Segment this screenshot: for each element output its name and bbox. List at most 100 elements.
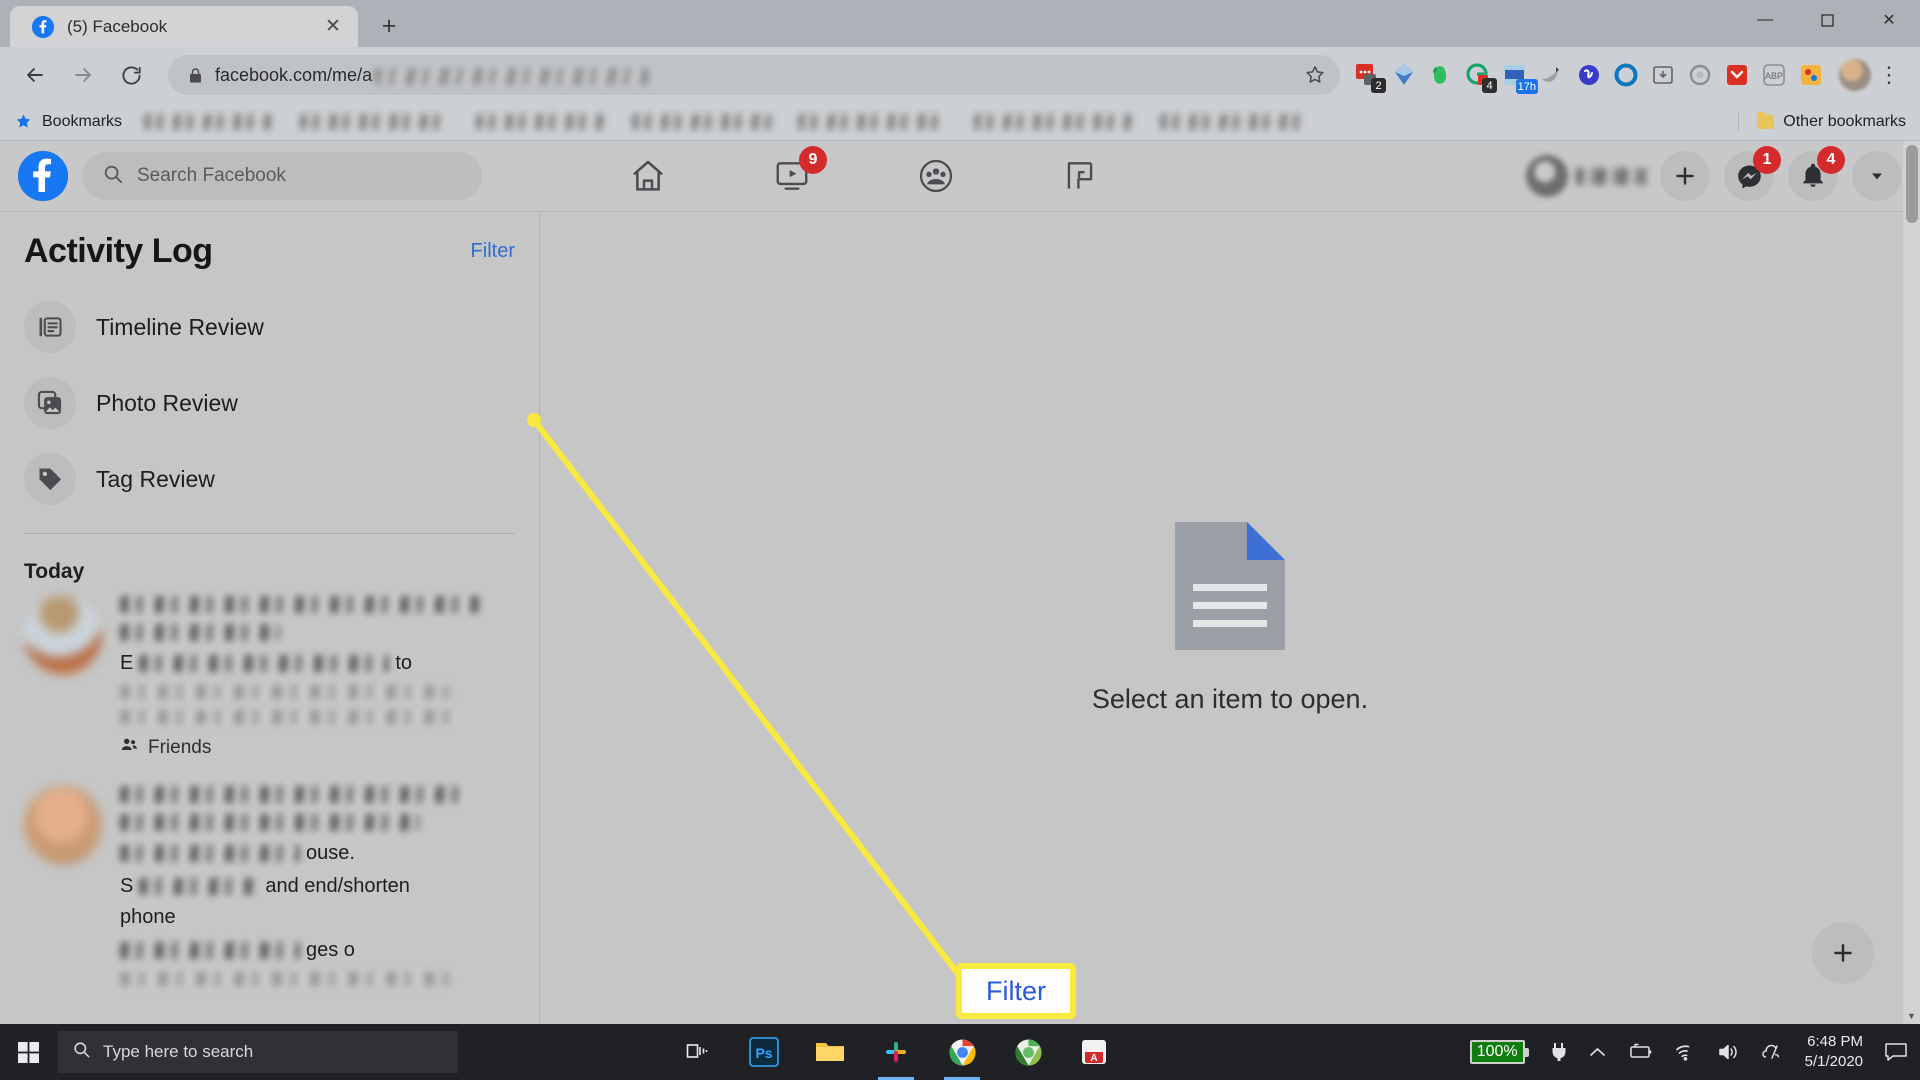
chrome-icon[interactable]	[942, 1031, 982, 1080]
extension-colorful[interactable]	[1794, 58, 1828, 92]
bookmark-item[interactable]	[1160, 113, 1306, 130]
browser-tab[interactable]: (5) Facebook ✕	[10, 6, 358, 47]
sidebar-item-label: Timeline Review	[96, 313, 264, 340]
wifi-icon[interactable]	[1674, 1043, 1696, 1061]
extension-circle-gray[interactable]	[1683, 58, 1717, 92]
bookmark-item[interactable]	[798, 113, 949, 130]
show-hidden-icons-chevron[interactable]	[1589, 1046, 1606, 1058]
page-scrollbar[interactable]: ▲ ▼	[1903, 141, 1920, 1024]
file-explorer-icon[interactable]	[810, 1031, 850, 1073]
volume-icon[interactable]	[1717, 1042, 1741, 1062]
new-tab-button[interactable]: +	[372, 9, 406, 43]
photo-review-icon	[24, 377, 76, 429]
extension-abp[interactable]: ABP	[1757, 58, 1791, 92]
account-menu-button[interactable]	[1852, 151, 1902, 201]
back-icon[interactable]	[14, 54, 56, 96]
post-text-visible: to	[395, 652, 413, 674]
close-icon[interactable]: ✕	[320, 14, 346, 40]
groups-icon[interactable]	[908, 151, 964, 201]
extension-pocket[interactable]	[1720, 58, 1754, 92]
sidebar-item-photo-review[interactable]: Photo Review	[24, 377, 515, 429]
facebook-icon	[32, 15, 54, 38]
watch-icon[interactable]: 9	[764, 146, 827, 201]
sidebar-item-timeline-review[interactable]: Timeline Review	[24, 301, 515, 353]
post-text-redacted	[120, 942, 300, 959]
extension-yandex[interactable]	[1387, 58, 1421, 92]
bookmark-item[interactable]	[632, 113, 773, 130]
create-button[interactable]	[1660, 151, 1710, 201]
post-text-redacted	[120, 596, 480, 613]
extension-grammarly[interactable]: 4	[1461, 58, 1497, 93]
search-icon	[102, 163, 124, 190]
onedrive-icon[interactable]	[1761, 1042, 1784, 1062]
slack-icon[interactable]	[876, 1031, 916, 1080]
svg-text:Ps: Ps	[755, 1045, 772, 1061]
battery-icon[interactable]	[1627, 1043, 1653, 1061]
bookmark-item[interactable]	[476, 113, 607, 130]
gaming-icon[interactable]	[1052, 151, 1108, 201]
page-title: Activity Log	[24, 232, 213, 270]
minimize-icon[interactable]: —	[1734, 0, 1796, 40]
list-item[interactable]: E to Friends	[24, 596, 515, 760]
extension-save-to[interactable]	[1646, 58, 1680, 92]
post-audience: Friends	[120, 735, 515, 760]
other-bookmarks-button[interactable]: Other bookmarks	[1738, 111, 1906, 131]
extension-evernote[interactable]	[1424, 58, 1458, 92]
list-item[interactable]: ouse. S and end/shorten phone ges o	[24, 786, 515, 997]
task-view-icon[interactable]	[678, 1031, 718, 1073]
svg-text:A: A	[1090, 1053, 1097, 1064]
browser-menu-icon[interactable]: ⋮	[1872, 58, 1906, 92]
chrome-canary-icon[interactable]	[1008, 1031, 1048, 1073]
filter-link[interactable]: Filter	[471, 240, 515, 263]
bookmark-item[interactable]	[144, 113, 275, 130]
scroll-down-icon[interactable]: ▼	[1903, 1007, 1920, 1024]
bookmark-item[interactable]	[974, 113, 1135, 130]
post-text-redacted	[139, 655, 390, 672]
facebook-body: Activity Log Filter Timeline Review Phot…	[0, 141, 1920, 1024]
post-text-visible: and end/shorten	[265, 875, 410, 897]
avatar	[1526, 155, 1568, 197]
facebook-header-right: 1 4	[1526, 146, 1902, 201]
facebook-logo[interactable]	[18, 151, 68, 201]
extension-red-notes[interactable]: 2	[1350, 58, 1386, 93]
forward-icon[interactable]	[62, 54, 104, 96]
messenger-button[interactable]: 1	[1724, 146, 1781, 201]
bookmark-item[interactable]	[300, 113, 451, 130]
profile-avatar[interactable]	[1838, 58, 1872, 92]
address-bar[interactable]: facebook.com/me/a	[168, 55, 1340, 95]
search-placeholder: Search Facebook	[137, 165, 286, 186]
system-tray: 100% 6:48 PM 5/1/2020	[1469, 1032, 1920, 1073]
search-input[interactable]: Search Facebook	[82, 152, 482, 200]
extension-vimeo[interactable]	[1572, 58, 1606, 92]
power-plug-icon[interactable]	[1550, 1042, 1568, 1062]
battery-percent-indicator[interactable]: 100%	[1469, 1040, 1529, 1064]
taskbar-clock[interactable]: 6:48 PM 5/1/2020	[1805, 1032, 1863, 1073]
reload-icon[interactable]	[110, 54, 152, 96]
bookmark-star-icon[interactable]	[1304, 64, 1326, 86]
acrobat-icon[interactable]: A	[1074, 1031, 1114, 1073]
photoshop-icon[interactable]: Ps	[744, 1031, 784, 1073]
empty-state-text: Select an item to open.	[1091, 683, 1369, 714]
extension-outlook[interactable]	[1609, 58, 1643, 92]
action-center-icon[interactable]	[1884, 1041, 1908, 1063]
notifications-badge: 4	[1817, 146, 1845, 174]
close-window-icon[interactable]: ✕	[1858, 0, 1920, 40]
maximize-icon[interactable]	[1796, 0, 1858, 40]
messenger-badge: 1	[1753, 146, 1781, 174]
sidebar-item-tag-review[interactable]: Tag Review	[24, 453, 515, 505]
home-icon[interactable]	[620, 151, 676, 201]
scrollbar-thumb[interactable]	[1906, 145, 1918, 223]
windows-start-icon[interactable]	[0, 1024, 58, 1080]
extension-toggl[interactable]: 17h	[1498, 58, 1538, 94]
post-text-visible: ges o	[306, 939, 355, 961]
notifications-button[interactable]: 4	[1788, 146, 1845, 201]
taskbar-search-input[interactable]: Type here to search	[58, 1031, 458, 1073]
post-body: E to Friends	[120, 596, 515, 760]
extension-gray-feather[interactable]	[1535, 58, 1569, 92]
bookmarks-star-icon	[14, 112, 33, 131]
folder-icon	[1757, 111, 1775, 129]
create-fab-button[interactable]	[1812, 922, 1874, 984]
post-audience-label: Friends	[148, 736, 212, 758]
sidebar-item-label: Photo Review	[96, 389, 238, 416]
profile-link[interactable]	[1526, 155, 1646, 197]
